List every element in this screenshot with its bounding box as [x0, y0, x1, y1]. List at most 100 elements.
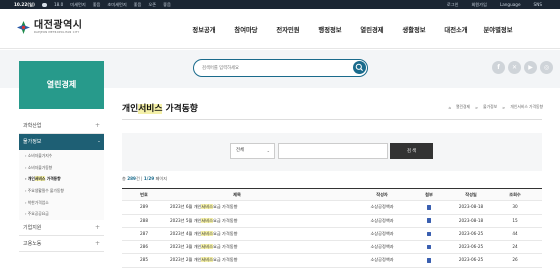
- cell-title-link[interactable]: 2023년 5월 개인서비스요금 가격동향: [170, 215, 320, 227]
- cell-date: 2023-08-18: [458, 217, 484, 223]
- title-highlight: 서비스: [201, 217, 213, 223]
- count-total: 289: [127, 176, 136, 181]
- cell-writer: 소상공정책과: [370, 230, 394, 236]
- nav-item-e-civil[interactable]: 전자민원: [267, 25, 309, 34]
- sidebar-sub-public-fees[interactable]: › 주요공공요금: [19, 208, 104, 221]
- temperature: 18.0: [53, 2, 64, 8]
- title-post: 요금 가격동향: [212, 204, 238, 210]
- nav-item-info-disclosure[interactable]: 정보공개: [183, 25, 225, 34]
- twitter-icon[interactable]: ✕: [508, 61, 521, 74]
- board-search-box: 전체 ⌄ 검 색: [122, 133, 542, 171]
- title-highlight: 서비스: [201, 257, 213, 263]
- column-header: 번호: [140, 192, 148, 197]
- site-logo[interactable]: 대전광역시 DAEJEON METROPOLITAN CITY: [16, 20, 83, 35]
- cell-views: 26: [512, 257, 518, 263]
- sidebar-item-label: 물가정보: [23, 139, 42, 145]
- title-pre: 2023년 2월 개인: [170, 257, 202, 263]
- file-icon: [427, 205, 431, 210]
- count-post: 페이지: [154, 176, 168, 181]
- sidebar-sub-necessities-price[interactable]: › 주요생활필수 물가동향: [19, 185, 104, 197]
- file-icon: [427, 231, 431, 237]
- cell-writer: 소상공정책과: [370, 257, 394, 263]
- sidebar-item-price-info[interactable]: 물가정보 -: [19, 134, 104, 150]
- utility-links: 로그인 회원가입 Language SNS: [447, 2, 542, 8]
- cell-views: 15: [512, 217, 518, 223]
- sub-label-highlight: 서비스: [34, 176, 46, 182]
- title-pre: 2023년 3월 개인: [170, 244, 202, 250]
- search-input[interactable]: [202, 64, 342, 72]
- facebook-icon[interactable]: f: [492, 61, 505, 74]
- title-highlight: 서비스: [201, 230, 213, 236]
- signup-link[interactable]: 회원가입: [471, 2, 486, 8]
- top-utility-bar: 10.22(일) 18.0 미세먼지 좋음 초미세먼지 좋음 오존 좋음 로그인…: [0, 0, 560, 9]
- column-header: 작성일: [465, 192, 477, 197]
- sidebar-sub-personal-service-price[interactable]: › 개인서비스 가격동향: [19, 173, 104, 186]
- breadcrumb-item[interactable]: 열린경제: [456, 104, 470, 110]
- cell-title-link[interactable]: 2023년 4월 개인서비스요금 가격동향: [170, 228, 320, 240]
- cell-attachment[interactable]: [416, 228, 442, 240]
- air-value: 좋음: [92, 1, 101, 7]
- main-nav: 정보공개 참여마당 전자민원 행정정보 열린경제 생활정보 대전소개 분야별정보: [183, 25, 519, 34]
- chevron-down-icon: ⌄: [266, 148, 270, 153]
- nav-item-admin-info[interactable]: 행정정보: [309, 25, 351, 34]
- sub-label-pre: 개인: [27, 176, 35, 182]
- breadcrumb: ⌂ 열린경제 > 물가정보 > 개인서비스 가격동향: [449, 104, 543, 110]
- cell-no: 286: [140, 244, 148, 250]
- cell-date: 2023-06-25: [458, 244, 484, 250]
- breadcrumb-item[interactable]: 물가정보: [483, 104, 497, 110]
- sidebar-item-science-industry[interactable]: 과학산업 +: [19, 118, 104, 134]
- title-highlight: 서비스: [201, 204, 213, 210]
- cell-writer: 소상공정책과: [370, 217, 394, 223]
- plus-icon: +: [94, 122, 100, 129]
- cell-attachment[interactable]: [416, 215, 442, 227]
- air-label: 미세먼지: [70, 1, 86, 7]
- sidebar-sub-consumer-price-trend[interactable]: › 소비자물가동향: [19, 161, 104, 174]
- board-search-input[interactable]: [278, 143, 388, 159]
- cell-no: 287: [140, 230, 148, 236]
- sidebar-sub-cpi[interactable]: › 소비자물가지수: [19, 150, 104, 162]
- air-value: 좋음: [163, 1, 171, 7]
- title-highlight: 서비스: [201, 244, 213, 250]
- title-post: 가격동향: [162, 104, 198, 114]
- language-menu[interactable]: Language: [500, 2, 521, 8]
- nav-item-living-info[interactable]: 생활정보: [393, 25, 435, 34]
- sidebar-item-employment[interactable]: 고용노동 +: [19, 236, 104, 253]
- table-row: 286 2023년 3월 개인서비스요금 가격동향 소상공정책과 2023-06…: [122, 241, 542, 255]
- column-header: 제목: [233, 192, 241, 197]
- home-icon[interactable]: ⌂: [449, 105, 451, 110]
- cell-title-link[interactable]: 2023년 6월 개인서비스요금 가격동향: [170, 201, 320, 213]
- cell-title-link[interactable]: 2023년 3월 개인서비스요금 가격동향: [170, 241, 320, 253]
- search-scope-select[interactable]: 전체 ⌄: [230, 143, 275, 159]
- table-row: 289 2023년 6월 개인서비스요금 가격동향 소상공정책과 2023-08…: [122, 201, 542, 215]
- title-divider: [122, 119, 542, 120]
- title-pre: 2023년 6월 개인: [170, 204, 202, 210]
- instagram-icon[interactable]: ◎: [540, 61, 553, 74]
- sns-menu[interactable]: SNS: [534, 2, 542, 8]
- nav-item-open-economy[interactable]: 열린경제: [351, 25, 393, 34]
- breadcrumb-current: 개인서비스 가격동향: [510, 104, 543, 109]
- nav-item-by-field[interactable]: 분야별정보: [477, 25, 519, 34]
- nav-item-participation[interactable]: 참여마당: [225, 25, 267, 34]
- cell-attachment[interactable]: [416, 201, 442, 213]
- cell-no: 289: [140, 204, 148, 210]
- board-search-button[interactable]: 검 색: [390, 143, 433, 159]
- column-header: 작성자: [376, 192, 388, 197]
- search-button[interactable]: [353, 61, 366, 74]
- file-icon: [427, 218, 431, 223]
- cell-attachment[interactable]: [416, 241, 442, 253]
- cloud-icon: [41, 2, 47, 7]
- chevron-right-icon: >: [502, 104, 506, 110]
- title-pre: 2023년 5월 개인: [170, 217, 202, 223]
- table-row: 288 2023년 5월 개인서비스요금 가격동향 소상공정책과 2023-08…: [122, 215, 542, 228]
- title-post: 요금 가격동향: [212, 244, 238, 250]
- sidebar-sub-good-price-stores[interactable]: › 착한가격업소: [19, 196, 104, 209]
- cell-writer: 소상공정책과: [370, 244, 394, 250]
- nav-item-about-daejeon[interactable]: 대전소개: [435, 25, 477, 34]
- cell-attachment[interactable]: [416, 254, 442, 266]
- youtube-icon[interactable]: ▶: [524, 61, 537, 74]
- sidebar-item-business-support[interactable]: 기업지원 +: [19, 220, 104, 237]
- login-link[interactable]: 로그인: [447, 2, 459, 8]
- sub-label-post: 가격동향: [45, 176, 61, 182]
- cell-title-link[interactable]: 2023년 2월 개인서비스요금 가격동향: [170, 254, 320, 266]
- title-post: 요금 가격동향: [212, 230, 238, 236]
